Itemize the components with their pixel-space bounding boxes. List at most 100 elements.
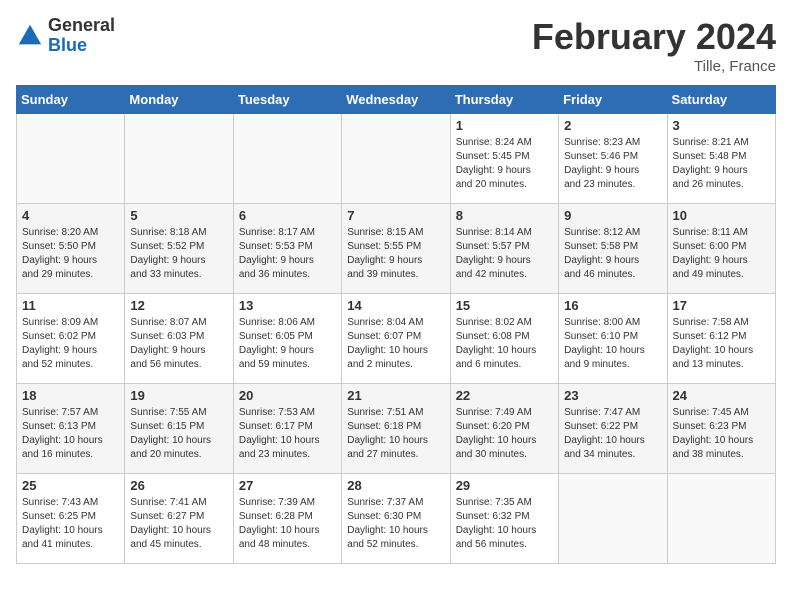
calendar-cell: 1 Sunrise: 8:24 AM Sunset: 5:45 PM Daylig…: [450, 114, 558, 204]
calendar-cell: 29 Sunrise: 7:35 AM Sunset: 6:32 PM Dayli…: [450, 474, 558, 564]
day-info: Sunrise: 7:39 AM Sunset: 6:28 PM Dayligh…: [239, 496, 336, 552]
calendar-cell: 26 Sunrise: 7:41 AM Sunset: 6:27 PM Dayli…: [125, 474, 233, 564]
calendar-cell: 7 Sunrise: 8:15 AM Sunset: 5:55 PM Daylig…: [342, 204, 450, 294]
calendar-cell: 12Sunrise: 8:07 AM Sunset: 6:03 PM Dayli…: [125, 294, 233, 384]
day-info: Sunrise: 7:49 AM Sunset: 6:20 PM Dayligh…: [456, 406, 553, 462]
day-info: Sunrise: 7:58 AM Sunset: 6:12 PM Dayligh…: [673, 316, 770, 372]
calendar-cell: 2 Sunrise: 8:23 AM Sunset: 5:46 PM Daylig…: [559, 114, 667, 204]
header-monday: Monday: [125, 86, 233, 114]
calendar-cell: 14Sunrise: 8:04 AM Sunset: 6:07 PM Dayli…: [342, 294, 450, 384]
day-info: Sunrise: 7:45 AM Sunset: 6:23 PM Dayligh…: [673, 406, 770, 462]
calendar-cell: [233, 114, 341, 204]
calendar-cell: 6 Sunrise: 8:17 AM Sunset: 5:53 PM Daylig…: [233, 204, 341, 294]
logo-text: General Blue: [48, 16, 115, 56]
day-number: 15: [456, 298, 553, 313]
calendar-cell: [342, 114, 450, 204]
day-info: Sunrise: 7:55 AM Sunset: 6:15 PM Dayligh…: [130, 406, 227, 462]
logo: General Blue: [16, 16, 115, 56]
calendar-cell: [125, 114, 233, 204]
day-number: 25: [22, 478, 119, 493]
day-number: 21: [347, 388, 444, 403]
day-number: 24: [673, 388, 770, 403]
calendar-cell: 25 Sunrise: 7:43 AM Sunset: 6:25 PM Dayli…: [17, 474, 125, 564]
day-info: Sunrise: 7:51 AM Sunset: 6:18 PM Dayligh…: [347, 406, 444, 462]
page-header: General Blue February 2024 Tille, France: [16, 16, 776, 75]
day-info: Sunrise: 8:14 AM Sunset: 5:57 PM Dayligh…: [456, 226, 553, 282]
calendar-table: SundayMondayTuesdayWednesdayThursdayFrid…: [16, 85, 776, 564]
calendar-cell: 17 Sunrise: 7:58 AM Sunset: 6:12 PM Dayli…: [667, 294, 775, 384]
day-info: Sunrise: 7:37 AM Sunset: 6:30 PM Dayligh…: [347, 496, 444, 552]
week-row-2: 4 Sunrise: 8:20 AM Sunset: 5:50 PM Daylig…: [17, 204, 776, 294]
day-info: Sunrise: 8:17 AM Sunset: 5:53 PM Dayligh…: [239, 226, 336, 282]
calendar-cell: 19Sunrise: 7:55 AM Sunset: 6:15 PM Dayli…: [125, 384, 233, 474]
calendar-cell: 18 Sunrise: 7:57 AM Sunset: 6:13 PM Dayli…: [17, 384, 125, 474]
day-info: Sunrise: 7:53 AM Sunset: 6:17 PM Dayligh…: [239, 406, 336, 462]
day-info: Sunrise: 7:35 AM Sunset: 6:32 PM Dayligh…: [456, 496, 553, 552]
calendar-cell: [17, 114, 125, 204]
day-info: Sunrise: 8:02 AM Sunset: 6:08 PM Dayligh…: [456, 316, 553, 372]
calendar-cell: 28Sunrise: 7:37 AM Sunset: 6:30 PM Dayli…: [342, 474, 450, 564]
day-number: 1: [456, 118, 553, 133]
day-number: 11: [22, 298, 119, 313]
calendar-cell: 22 Sunrise: 7:49 AM Sunset: 6:20 PM Dayli…: [450, 384, 558, 474]
day-number: 10: [673, 208, 770, 223]
day-number: 5: [130, 208, 227, 223]
header-friday: Friday: [559, 86, 667, 114]
week-row-3: 11 Sunrise: 8:09 AM Sunset: 6:02 PM Dayli…: [17, 294, 776, 384]
day-number: 6: [239, 208, 336, 223]
day-info: Sunrise: 8:15 AM Sunset: 5:55 PM Dayligh…: [347, 226, 444, 282]
calendar-cell: 9 Sunrise: 8:12 AM Sunset: 5:58 PM Daylig…: [559, 204, 667, 294]
calendar-cell: 21 Sunrise: 7:51 AM Sunset: 6:18 PM Dayli…: [342, 384, 450, 474]
calendar-cell: [559, 474, 667, 564]
day-info: Sunrise: 8:21 AM Sunset: 5:48 PM Dayligh…: [673, 136, 770, 192]
day-number: 4: [22, 208, 119, 223]
day-number: 9: [564, 208, 661, 223]
day-number: 26: [130, 478, 227, 493]
calendar-cell: 11 Sunrise: 8:09 AM Sunset: 6:02 PM Dayli…: [17, 294, 125, 384]
title-block: February 2024 Tille, France: [532, 16, 776, 75]
day-info: Sunrise: 8:09 AM Sunset: 6:02 PM Dayligh…: [22, 316, 119, 372]
day-number: 2: [564, 118, 661, 133]
header-sunday: Sunday: [17, 86, 125, 114]
location: Tille, France: [532, 58, 776, 75]
day-info: Sunrise: 8:23 AM Sunset: 5:46 PM Dayligh…: [564, 136, 661, 192]
week-row-1: 1 Sunrise: 8:24 AM Sunset: 5:45 PM Daylig…: [17, 114, 776, 204]
day-info: Sunrise: 7:43 AM Sunset: 6:25 PM Dayligh…: [22, 496, 119, 552]
calendar-cell: 23Sunrise: 7:47 AM Sunset: 6:22 PM Dayli…: [559, 384, 667, 474]
week-row-4: 18 Sunrise: 7:57 AM Sunset: 6:13 PM Dayli…: [17, 384, 776, 474]
day-info: Sunrise: 7:57 AM Sunset: 6:13 PM Dayligh…: [22, 406, 119, 462]
month-year: February 2024: [532, 16, 776, 58]
calendar-cell: 27 Sunrise: 7:39 AM Sunset: 6:28 PM Dayli…: [233, 474, 341, 564]
logo-general: General: [48, 16, 115, 36]
day-info: Sunrise: 8:20 AM Sunset: 5:50 PM Dayligh…: [22, 226, 119, 282]
day-number: 29: [456, 478, 553, 493]
day-info: Sunrise: 7:47 AM Sunset: 6:22 PM Dayligh…: [564, 406, 661, 462]
header-tuesday: Tuesday: [233, 86, 341, 114]
day-number: 12: [130, 298, 227, 313]
day-info: Sunrise: 7:41 AM Sunset: 6:27 PM Dayligh…: [130, 496, 227, 552]
calendar-cell: [667, 474, 775, 564]
day-number: 18: [22, 388, 119, 403]
calendar-cell: 20Sunrise: 7:53 AM Sunset: 6:17 PM Dayli…: [233, 384, 341, 474]
day-number: 16: [564, 298, 661, 313]
calendar-cell: 4 Sunrise: 8:20 AM Sunset: 5:50 PM Daylig…: [17, 204, 125, 294]
day-info: Sunrise: 8:24 AM Sunset: 5:45 PM Dayligh…: [456, 136, 553, 192]
logo-icon: [16, 22, 44, 50]
day-number: 3: [673, 118, 770, 133]
day-number: 13: [239, 298, 336, 313]
day-number: 22: [456, 388, 553, 403]
calendar-cell: 10Sunrise: 8:11 AM Sunset: 6:00 PM Dayli…: [667, 204, 775, 294]
day-info: Sunrise: 8:18 AM Sunset: 5:52 PM Dayligh…: [130, 226, 227, 282]
header-thursday: Thursday: [450, 86, 558, 114]
day-number: 27: [239, 478, 336, 493]
day-number: 17: [673, 298, 770, 313]
day-number: 14: [347, 298, 444, 313]
calendar-cell: 5 Sunrise: 8:18 AM Sunset: 5:52 PM Daylig…: [125, 204, 233, 294]
day-info: Sunrise: 8:12 AM Sunset: 5:58 PM Dayligh…: [564, 226, 661, 282]
week-row-5: 25 Sunrise: 7:43 AM Sunset: 6:25 PM Dayli…: [17, 474, 776, 564]
calendar-cell: 13Sunrise: 8:06 AM Sunset: 6:05 PM Dayli…: [233, 294, 341, 384]
logo-blue: Blue: [48, 36, 115, 56]
header-wednesday: Wednesday: [342, 86, 450, 114]
header-saturday: Saturday: [667, 86, 775, 114]
day-number: 7: [347, 208, 444, 223]
